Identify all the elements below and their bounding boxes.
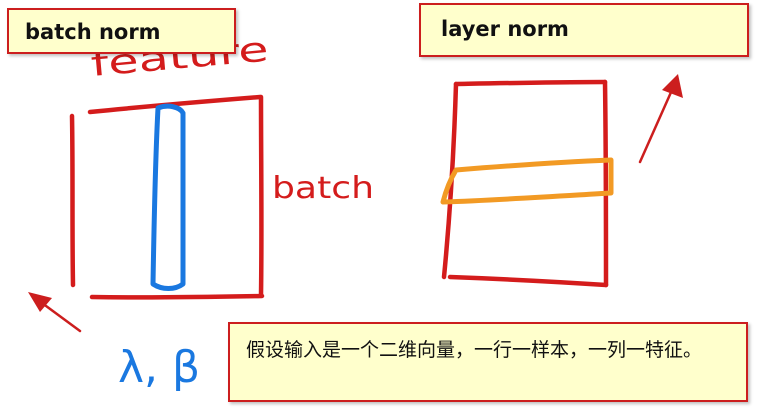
batch-handwriting: batch	[272, 171, 374, 206]
batch-norm-title: batch norm	[25, 20, 161, 44]
layer-matrix-top-edge	[453, 79, 608, 87]
lambda-beta-handwriting: λ, β	[118, 342, 200, 393]
batch-matrix-left-edge	[69, 113, 76, 288]
arrow-to-layer-norm	[638, 74, 683, 164]
arrow-up-left	[28, 292, 82, 333]
description-note: 假设输入是一个二维向量，一行一样本，一列一特征。	[228, 322, 748, 402]
feature-column-highlight	[150, 103, 186, 291]
description-text: 假设输入是一个二维向量，一行一样本，一列一特征。	[246, 339, 703, 361]
layer-matrix-bottom-edge	[447, 274, 609, 288]
layer-norm-note: layer norm	[419, 3, 749, 57]
batch-norm-matrix	[69, 94, 265, 300]
batch-matrix-bottom-edge	[89, 293, 265, 300]
batch-norm-note: batch norm	[7, 8, 236, 54]
sample-row-highlight	[440, 157, 614, 205]
layer-matrix-right-edge	[602, 79, 609, 288]
layer-norm-title: layer norm	[441, 17, 569, 41]
layer-norm-matrix	[441, 79, 609, 288]
